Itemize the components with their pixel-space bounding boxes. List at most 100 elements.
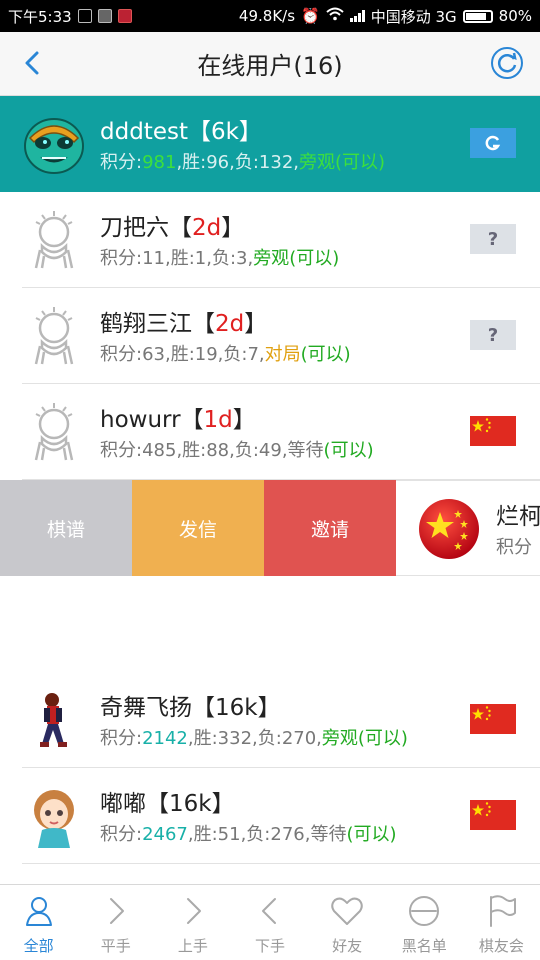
block-icon — [406, 893, 442, 935]
divider — [22, 863, 540, 864]
alarm-icon: ⏰ — [301, 7, 320, 25]
list-item[interactable]: 奇舞飞扬【16k】积分:2142,胜:332,负:270,旁观(可以) — [0, 672, 540, 768]
list-item[interactable]: 刀把六【2d】积分:11,胜:1,负:3,旁观(可以)? — [0, 192, 540, 288]
score-value: 485 — [142, 440, 177, 461]
heart-icon — [329, 893, 365, 935]
tab-label: 黑名单 — [401, 937, 447, 955]
chevron-left-icon — [25, 51, 39, 75]
score-value: 981 — [142, 152, 177, 173]
play-state: 等待 — [310, 824, 347, 845]
tab-label: 上手 — [177, 937, 208, 955]
user-name: 嘟嘟【16k】 — [100, 791, 235, 817]
swipe-action-row: 棋谱 发信 邀请 烂柯 积分 — [0, 480, 540, 576]
score-value: 11 — [142, 248, 165, 269]
avatar — [22, 688, 86, 752]
unknown-flag-icon: ? — [470, 224, 516, 254]
user-stats: 积分 — [496, 537, 532, 558]
user-name: howurr【1d】 — [100, 407, 256, 433]
avatar — [22, 400, 86, 464]
tab-label: 好友 — [332, 937, 363, 955]
carrier-label: 中国移动 3G — [370, 7, 457, 26]
avatar — [22, 208, 86, 272]
battery-level: 80% — [498, 7, 532, 25]
user-rank: 2d — [192, 215, 222, 241]
list-item[interactable]: howurr【1d】积分:485,胜:88,负:49,等待(可以) — [0, 384, 540, 480]
user-name: dddtest【6k】 — [100, 119, 262, 145]
chevron-right-icon — [175, 893, 211, 935]
page-title: 在线用户(16) — [197, 52, 343, 80]
user-name: 奇舞飞扬【16k】 — [100, 695, 281, 721]
list-item[interactable]: 嘟嘟【16k】积分:2467,胜:51,负:276,等待(可以) — [0, 768, 540, 864]
game-record-button[interactable]: 棋谱 — [0, 480, 132, 576]
list-item[interactable]: dddtest【6k】积分:981,胜:96,负:132,旁观(可以) — [0, 96, 540, 192]
china-flag-icon — [470, 416, 516, 446]
china-flag-icon — [470, 704, 516, 734]
list-item[interactable]: 鹤翔三江【2d】 积分:63,胜:19,负:7,对局(可以)? — [0, 288, 540, 384]
availability: (可以) — [346, 824, 397, 845]
tab-blacklist[interactable]: 黑名单 — [386, 885, 463, 960]
score-value: 2467 — [142, 824, 188, 845]
user-stats: 积分:2142,胜:332,负:270,旁观(可以) — [100, 728, 408, 749]
tab-stronger[interactable]: 上手 — [154, 885, 231, 960]
play-state: 旁观 — [299, 152, 335, 173]
user-name: 刀把六【2d】 — [100, 215, 245, 241]
user-rank: 1d — [203, 407, 233, 433]
send-message-button[interactable]: 发信 — [132, 480, 264, 576]
wifi-icon — [326, 7, 344, 25]
refresh-button[interactable] — [490, 46, 524, 80]
user-stats: 积分:2467,胜:51,负:276,等待(可以) — [100, 824, 397, 845]
tab-even[interactable]: 平手 — [77, 885, 154, 960]
availability: (可以) — [300, 344, 351, 365]
app-header: 在线用户(16) — [0, 32, 540, 96]
availability: (可以) — [289, 248, 340, 269]
tab-weaker[interactable]: 下手 — [231, 885, 308, 960]
battery-icon — [462, 9, 493, 23]
availability: (可以) — [335, 152, 386, 173]
score-value: 63 — [142, 344, 165, 365]
unknown-flag-icon: ? — [470, 320, 516, 350]
network-speed: 49.8K/s — [238, 7, 296, 25]
chevron-left-icon — [252, 893, 288, 935]
flag-icon — [483, 893, 519, 935]
china-flag-icon — [470, 800, 516, 830]
go-client-icon — [470, 128, 516, 158]
person-icon — [21, 893, 57, 935]
avatar — [22, 304, 86, 368]
user-stats: 积分:485,胜:88,负:49,等待(可以) — [100, 440, 374, 461]
user-rank: 6k — [210, 119, 239, 145]
notification-icon — [77, 9, 92, 23]
tab-label: 全部 — [23, 937, 54, 955]
play-state: 对局 — [264, 344, 301, 365]
tab-friends[interactable]: 好友 — [309, 885, 386, 960]
signal-icon — [349, 10, 365, 22]
user-stats: 积分:11,胜:1,负:3,旁观(可以) — [100, 248, 340, 269]
user-name: 烂柯 — [496, 504, 540, 530]
play-state: 等待 — [287, 440, 324, 461]
chevron-right-icon — [98, 893, 134, 935]
app-notification-icon — [117, 9, 132, 23]
avatar — [22, 784, 86, 848]
play-state: 旁观 — [253, 248, 290, 269]
china-flag-avatar — [419, 499, 479, 559]
tab-all[interactable]: 全部 — [0, 885, 77, 960]
invite-button[interactable]: 邀请 — [264, 480, 396, 576]
tab-label: 棋友会 — [478, 937, 524, 955]
list-item[interactable]: 烂柯 积分 — [396, 480, 540, 576]
refresh-icon — [491, 47, 523, 79]
tab-club[interactable]: 棋友会 — [463, 885, 540, 960]
availability: (可以) — [323, 440, 374, 461]
tab-label: 下手 — [254, 937, 285, 955]
avatar — [22, 112, 86, 176]
status-bar: 下午5:33 49.8K/s ⏰ 中国移动 3G 80% — [0, 0, 540, 32]
back-button[interactable] — [18, 48, 48, 78]
availability: (可以) — [357, 728, 408, 749]
play-state: 旁观 — [321, 728, 358, 749]
user-rank: 16k — [169, 791, 212, 817]
user-stats: 积分:63,胜:19,负:7,对局(可以) — [100, 344, 351, 365]
user-rank: 16k — [215, 695, 258, 721]
notification-icon — [97, 9, 112, 23]
score-value: 2142 — [142, 728, 188, 749]
status-time: 下午5:33 — [8, 7, 72, 26]
user-rank: 2d — [215, 311, 245, 337]
user-stats: 积分:981,胜:96,负:132,旁观(可以) — [100, 152, 386, 173]
